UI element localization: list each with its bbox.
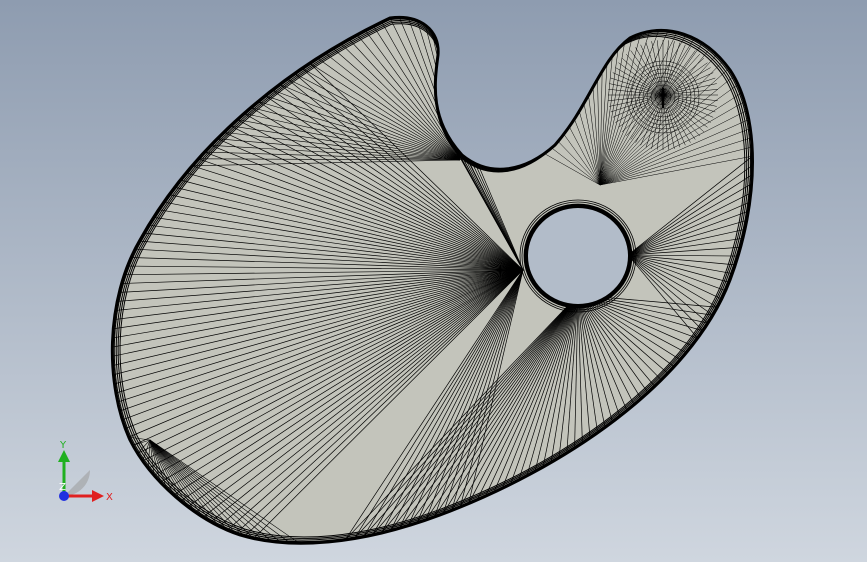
z-axis-label: Z — [59, 482, 66, 493]
x-axis-label: X — [106, 492, 113, 503]
triad-plane-shade — [64, 470, 90, 496]
y-axis-head — [58, 450, 70, 462]
x-axis-head — [92, 490, 104, 502]
model-view[interactable] — [0, 0, 867, 562]
reference-triad: Y X Z — [50, 440, 120, 510]
graphics-viewport[interactable]: Y X Z — [0, 0, 867, 562]
palette-thumb-hole — [524, 204, 632, 308]
y-axis-label: Y — [59, 440, 67, 451]
